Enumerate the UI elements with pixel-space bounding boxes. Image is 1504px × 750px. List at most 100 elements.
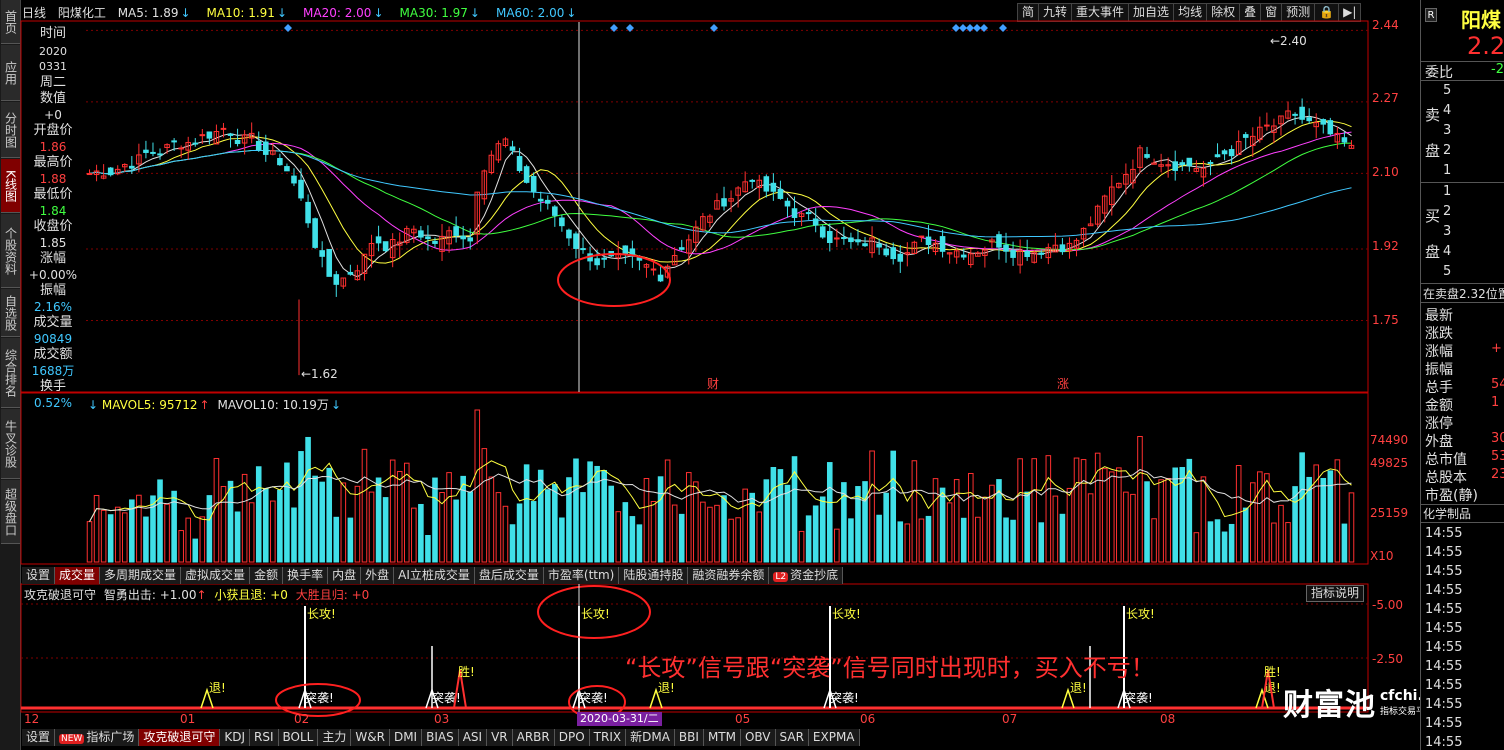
indicator-tab-6[interactable]: 内盘: [328, 567, 362, 584]
indicator-tab-8[interactable]: AI立桩成交量: [394, 567, 475, 584]
indicator-tab-13[interactable]: L2 资金抄底: [769, 567, 844, 584]
volume-bar: [1144, 481, 1150, 563]
formula-tab-11[interactable]: VR: [487, 729, 513, 746]
candle: [749, 179, 756, 182]
formula-tab-16[interactable]: BBI: [675, 729, 704, 746]
quote-field-label: 涨跌: [1425, 326, 1453, 342]
volume-bar: [608, 485, 615, 563]
volume-bar: [1080, 459, 1087, 563]
candle: [1144, 154, 1150, 158]
formula-tab-0[interactable]: 设置: [22, 729, 56, 746]
candle: [566, 229, 572, 239]
volume-bar: [192, 538, 199, 563]
sell-level: 4: [1443, 103, 1452, 118]
volume-bar: [946, 502, 953, 563]
formula-tab-18[interactable]: OBV: [741, 729, 776, 746]
volume-bar: [347, 517, 354, 563]
indicator-item1-arrow: ↑: [196, 588, 207, 602]
formula-tab-12[interactable]: ARBR: [513, 729, 555, 746]
candle: [925, 236, 932, 246]
volume-bar: [932, 478, 939, 563]
price-tick: 1.75: [1372, 313, 1399, 327]
indicator-tab-label: 多周期成交量: [104, 568, 177, 582]
quote-field-label: 涨停: [1425, 416, 1453, 432]
formula-tab-label: RSI: [254, 730, 274, 744]
candle: [157, 153, 163, 156]
formula-tab-4[interactable]: RSI: [250, 729, 279, 746]
volume-bar: [403, 462, 410, 563]
level2-icon[interactable]: R: [1425, 8, 1437, 22]
candle: [996, 234, 1002, 248]
formula-tab-6[interactable]: 主力: [318, 729, 352, 746]
indicator-tab-0[interactable]: 设置: [22, 567, 56, 584]
volume-bar: [516, 503, 523, 563]
indicator-tab-4[interactable]: 金额: [250, 567, 284, 584]
indicator-tab-2[interactable]: 多周期成交量: [100, 567, 182, 584]
formula-tab-label: 设置: [26, 730, 51, 744]
volume-bar: [305, 436, 311, 563]
candle: [657, 274, 664, 282]
quote-field-value: 54: [1491, 377, 1504, 392]
indicator-tab-7[interactable]: 外盘: [361, 567, 395, 584]
candle: [862, 243, 868, 247]
formula-tab-19[interactable]: SAR: [776, 729, 809, 746]
formula-tab-10[interactable]: ASI: [459, 729, 488, 746]
volume-bar: [552, 484, 558, 563]
formula-tab-17[interactable]: MTM: [704, 729, 741, 746]
volume-bar: [1348, 492, 1355, 563]
indicator-tab-10[interactable]: 市盈率(ttm): [544, 567, 620, 584]
candle: [791, 208, 798, 218]
formula-tab-5[interactable]: BOLL: [279, 729, 319, 746]
candle: [277, 158, 283, 166]
volume-bar: [1249, 482, 1256, 563]
volume-bar: [93, 494, 100, 563]
formula-tab-20[interactable]: EXPMA: [809, 729, 860, 746]
month-label: 03: [434, 712, 450, 726]
candle: [834, 237, 840, 240]
buy-level: 3: [1443, 224, 1452, 239]
formula-tab-14[interactable]: TRIX: [590, 729, 627, 746]
indicator-tab-12[interactable]: 融资融券余额: [688, 567, 770, 584]
volume-bar: [883, 492, 889, 563]
formula-tab-7[interactable]: W&R: [351, 729, 390, 746]
candle: [622, 245, 629, 255]
formula-tab-2[interactable]: 攻克破退可守: [139, 729, 221, 746]
price-tick: 1.92: [1372, 239, 1399, 253]
volume-bar: [784, 484, 791, 563]
formula-tab-9[interactable]: BIAS: [422, 729, 459, 746]
indicator-item3: 大胜且归: +0: [295, 588, 370, 602]
formula-tab-label: TRIX: [593, 730, 622, 744]
indicator-tab-3[interactable]: 虚拟成交量: [181, 567, 251, 584]
indicator-tab-11[interactable]: 陆股通持股: [619, 567, 689, 584]
volume-bar: [354, 485, 361, 563]
indicator-help-button[interactable]: 指标说明: [1306, 585, 1364, 602]
indicator-tab-9[interactable]: 盘后成交量: [475, 567, 544, 584]
formula-tab-3[interactable]: KDJ: [220, 729, 251, 746]
formula-tab-15[interactable]: 新DMA: [626, 729, 675, 746]
indicator-tab-1[interactable]: 成交量: [55, 567, 101, 584]
volume-bar: [925, 515, 932, 563]
candle: [1038, 252, 1045, 255]
volume-bar: [544, 489, 551, 563]
indicator-tab-5[interactable]: 换手率: [283, 567, 329, 584]
volume-bar: [1101, 468, 1108, 563]
formula-tab-label: DMI: [393, 730, 418, 744]
volume-bar: [277, 489, 283, 563]
volume-bar: [86, 521, 93, 563]
volume-bar: [678, 513, 685, 563]
candle: [721, 198, 727, 207]
industry[interactable]: 化学制品: [1423, 505, 1471, 522]
win-label: 胜!: [1264, 664, 1281, 679]
volume-bar: [728, 518, 734, 563]
volume-bar: [136, 494, 142, 563]
indicator-name[interactable]: 攻克破退可守: [24, 588, 96, 602]
formula-tab-8[interactable]: DMI: [390, 729, 423, 746]
formula-tab-1[interactable]: NEW 指标广场: [55, 729, 140, 746]
formula-tab-label: KDJ: [224, 730, 246, 744]
volume-bar: [848, 518, 854, 563]
volume-bar: [657, 476, 664, 563]
chart-canvas[interactable]: 长攻! 长攻! 长攻! 长攻!突袭! 突袭! 突袭! 突袭! 突袭!退! 退! 退! 退!胜! 胜! …: [0, 0, 1420, 750]
volume-tick: X10: [1370, 549, 1394, 563]
candle: [890, 247, 897, 260]
formula-tab-13[interactable]: DPO: [555, 729, 590, 746]
